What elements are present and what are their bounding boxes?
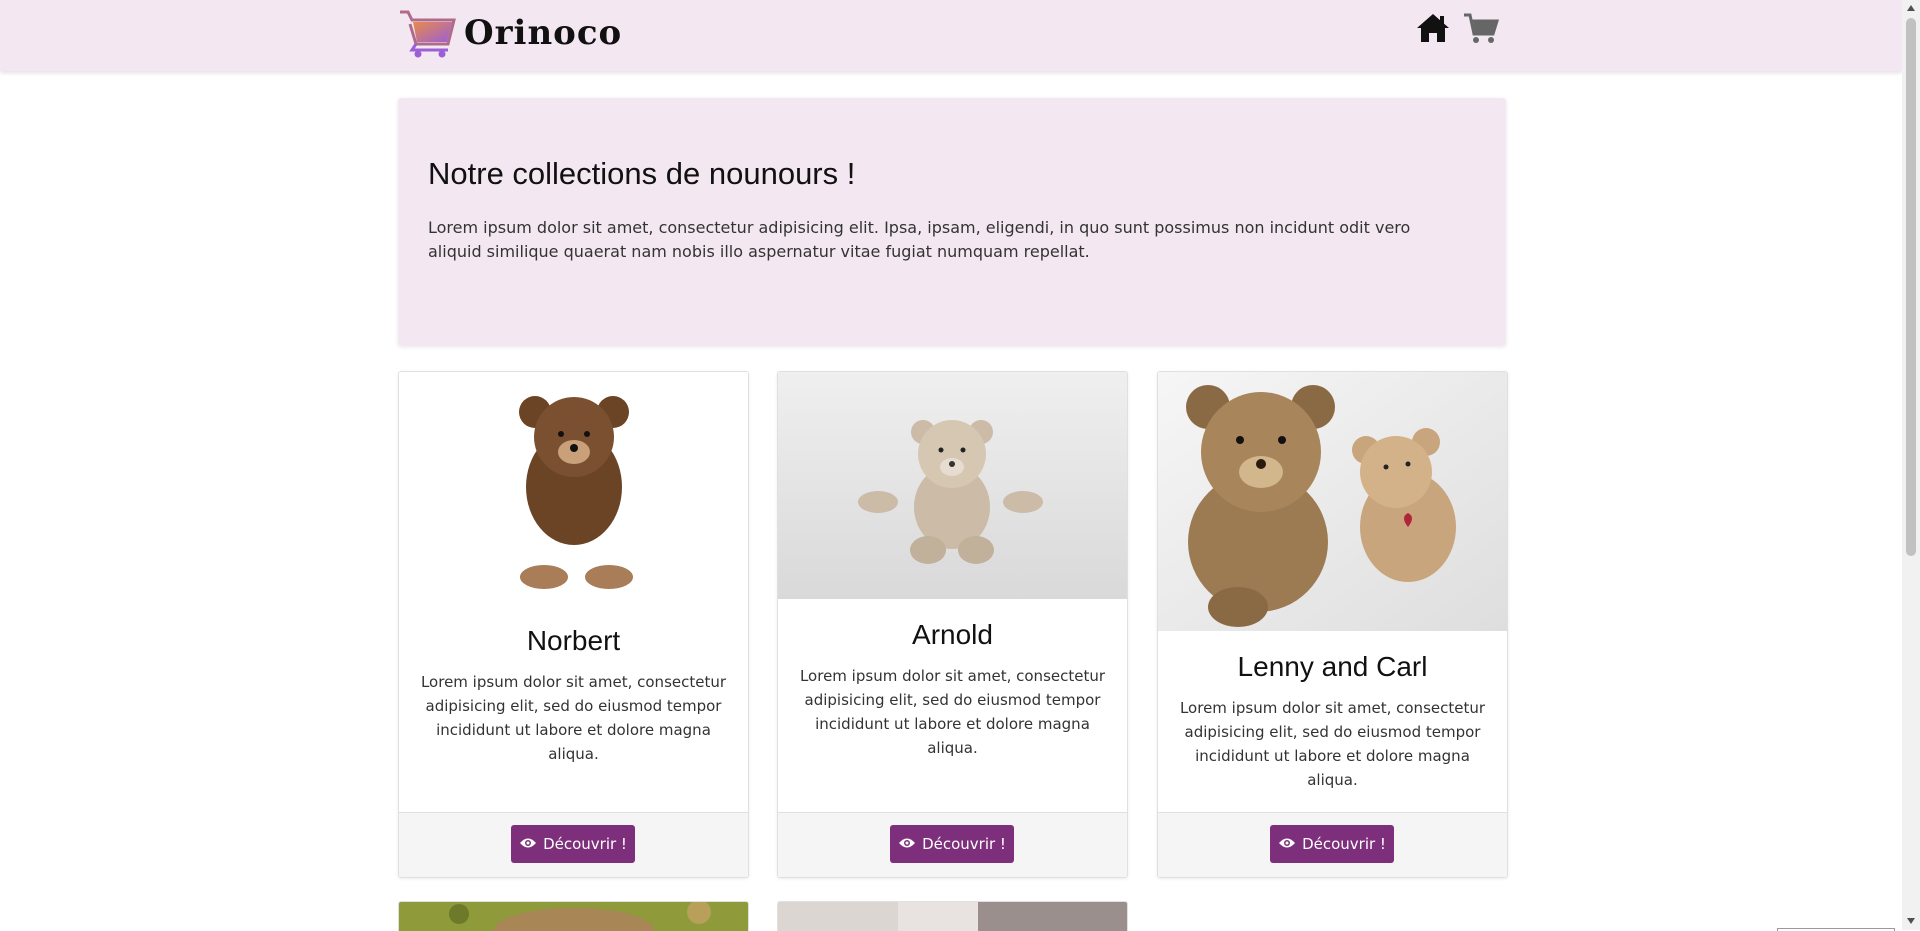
product-name: Lenny and Carl	[1237, 651, 1428, 682]
eye-icon	[519, 835, 537, 853]
card-footer: Découvrir !	[778, 812, 1127, 877]
card-footer: Découvrir !	[1158, 812, 1507, 877]
scroll-up-icon[interactable]	[1907, 5, 1915, 11]
teddy-bear-image	[399, 902, 748, 931]
product-name: Arnold	[912, 619, 993, 650]
cart-icon[interactable]	[1463, 12, 1500, 50]
brand-name: Orinoco	[464, 13, 623, 53]
vertical-scrollbar[interactable]	[1902, 0, 1920, 930]
product-description: Lorem ipsum dolor sit amet, consectetur …	[799, 667, 1106, 757]
brand-logo[interactable]: Orinoco	[398, 8, 622, 58]
teddy-bear-image	[399, 372, 748, 602]
product-card-partial	[398, 901, 749, 931]
discover-button-label: Découvrir !	[543, 835, 627, 853]
eye-icon	[1278, 835, 1296, 853]
product-name: Norbert	[526, 625, 621, 656]
product-card: Norbert Lorem ipsum dolor sit amet, cons…	[398, 371, 749, 878]
hero-banner: Notre collections de nounours ! Lorem ip…	[398, 98, 1506, 346]
product-description: Lorem ipsum dolor sit amet, consectetur …	[1179, 699, 1486, 789]
cart-logo-icon	[400, 10, 456, 58]
scrollbar-thumb[interactable]	[1906, 18, 1916, 556]
navbar: Orinoco	[0, 0, 1902, 71]
teddy-bear-image	[778, 372, 1127, 599]
product-card: Arnold Lorem ipsum dolor sit amet, conse…	[777, 371, 1128, 878]
teddy-bears-image	[1158, 372, 1507, 631]
discover-button[interactable]: Découvrir !	[511, 825, 635, 863]
scroll-down-icon[interactable]	[1907, 918, 1915, 924]
hero-text: Lorem ipsum dolor sit amet, consectetur …	[428, 218, 1411, 261]
product-description: Lorem ipsum dolor sit amet, consectetur …	[420, 673, 727, 763]
discover-button-label: Découvrir !	[922, 835, 1006, 853]
discover-button[interactable]: Découvrir !	[890, 825, 1014, 863]
home-icon[interactable]	[1415, 12, 1451, 50]
product-card-partial	[777, 901, 1128, 931]
discover-button-label: Découvrir !	[1302, 835, 1386, 853]
teddy-bear-image	[778, 902, 1127, 931]
nav-icons	[1415, 12, 1500, 50]
card-footer: Découvrir !	[399, 812, 748, 877]
discover-button[interactable]: Découvrir !	[1270, 825, 1394, 863]
eye-icon	[898, 835, 916, 853]
product-card: Lenny and Carl Lorem ipsum dolor sit ame…	[1157, 371, 1508, 878]
hero-title: Notre collections de nounours !	[428, 156, 856, 191]
